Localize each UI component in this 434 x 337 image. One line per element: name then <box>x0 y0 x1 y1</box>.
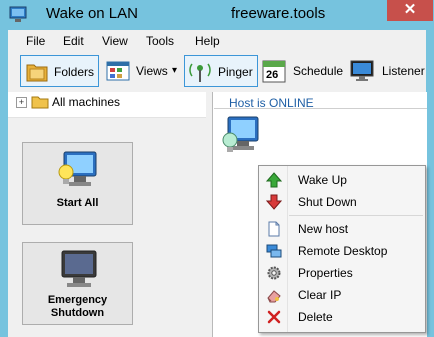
pinger-label: Pinger <box>218 65 253 79</box>
antenna-icon <box>189 63 211 82</box>
ctx-item-new-host[interactable]: New host <box>259 218 425 240</box>
ctx-label-wake-up: Wake Up <box>298 173 347 187</box>
context-menu: Wake Up Shut Down New host Remote Deskto… <box>258 165 426 333</box>
close-icon: ✕ <box>403 1 417 18</box>
window-site: freeware.tools <box>231 5 326 22</box>
ctx-label-clear-ip: Clear IP <box>298 288 342 302</box>
monitor-bulb-icon <box>58 151 97 186</box>
schedule-label: Schedule <box>293 64 344 78</box>
views-button[interactable]: Views ▾ <box>104 55 186 87</box>
folders-button[interactable]: Folders <box>20 55 99 87</box>
start-all-button[interactable]: Start All <box>22 142 133 225</box>
ctx-item-delete[interactable]: Delete <box>259 306 425 328</box>
schedule-button[interactable]: 26 Schedule <box>262 55 346 87</box>
ctx-item-properties[interactable]: Properties <box>259 262 425 284</box>
emergency-label-line1: Emergency <box>47 294 108 306</box>
host-monitor-bulb-icon[interactable] <box>221 114 263 158</box>
host-status-text: Host is ONLINE <box>229 96 314 110</box>
menu-bar: File Edit View Tools Help <box>8 30 426 52</box>
menu-edit[interactable]: Edit <box>63 34 84 48</box>
tree-item-all-machines[interactable]: All machines <box>52 95 120 109</box>
views-label: Views <box>136 64 168 78</box>
remote-desktop-icon <box>266 244 282 258</box>
ctx-item-clear-ip[interactable]: Clear IP <box>259 284 425 306</box>
folders-label: Folders <box>54 65 95 79</box>
ctx-label-properties: Properties <box>298 266 353 280</box>
views-icon <box>106 61 130 81</box>
emergency-shutdown-button[interactable]: Emergency Shutdown <box>22 242 133 325</box>
title-bar: Wake on LAN freeware.tools ✕ <box>0 0 434 30</box>
ctx-label-remote-desktop: Remote Desktop <box>298 244 388 258</box>
start-all-label: Start All <box>56 197 99 209</box>
ctx-label-delete: Delete <box>298 310 333 324</box>
tree-expand-toggle[interactable]: + <box>16 97 27 108</box>
monitor-icon <box>350 60 374 81</box>
listener-label: Listener <box>382 64 425 78</box>
folder-icon <box>31 96 49 109</box>
menu-tools[interactable]: Tools <box>146 34 174 48</box>
tree-panel: + All machines <box>8 92 206 118</box>
chevron-down-icon: ▾ <box>172 65 178 76</box>
app-monitor-icon <box>9 6 27 22</box>
delete-x-icon <box>267 310 281 324</box>
actions-panel: Start All Emergency Shutdown <box>8 118 206 337</box>
gear-icon <box>267 266 281 280</box>
menu-view[interactable]: View <box>102 34 128 48</box>
ctx-item-shut-down[interactable]: Shut Down <box>259 191 425 213</box>
emergency-label-line2: Shutdown <box>50 307 105 319</box>
window-frame-left <box>0 30 8 337</box>
pinger-button[interactable]: Pinger <box>184 55 258 87</box>
toolbar: Folders Views ▾ Pinger 26 Schedule Liste… <box>8 52 426 93</box>
monitor-off-icon <box>61 250 97 287</box>
arrow-down-icon <box>266 194 282 210</box>
eraser-icon <box>267 290 281 303</box>
close-button[interactable]: ✕ <box>387 0 433 21</box>
status-strip: Host is ONLINE <box>214 94 427 110</box>
menu-file[interactable]: File <box>26 34 45 48</box>
window-frame-right <box>426 30 434 337</box>
ctx-label-new-host: New host <box>298 222 349 236</box>
context-menu-separator <box>289 215 423 216</box>
listener-button[interactable]: Listener <box>350 55 426 87</box>
arrow-up-icon <box>266 172 282 188</box>
window-title: Wake on LAN <box>46 5 138 22</box>
ctx-label-shut-down: Shut Down <box>298 195 357 209</box>
folders-icon <box>26 64 48 82</box>
document-icon <box>268 221 280 237</box>
ctx-item-remote-desktop[interactable]: Remote Desktop <box>259 240 425 262</box>
calendar-day: 26 <box>266 69 279 81</box>
menu-help[interactable]: Help <box>195 34 220 48</box>
ctx-item-wake-up[interactable]: Wake Up <box>259 169 425 191</box>
